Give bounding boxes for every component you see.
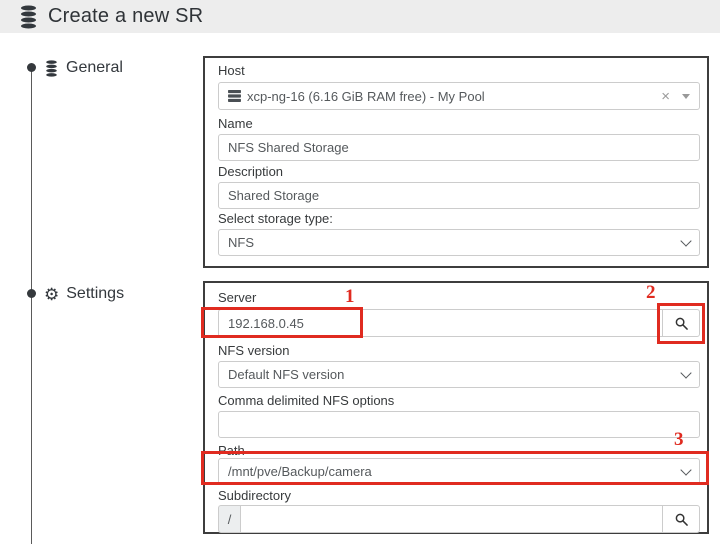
path-select[interactable]: /mnt/pve/Backup/camera (218, 458, 700, 485)
database-icon (18, 5, 39, 29)
step-general: General (44, 57, 123, 79)
storage-type-select[interactable]: NFS (218, 229, 700, 256)
step-settings: ⚙ Settings (44, 283, 124, 305)
nfs-options-label: Comma delimited NFS options (218, 393, 394, 408)
page-title: Create a new SR (48, 5, 203, 28)
database-icon (44, 60, 59, 77)
step-bullet-settings (27, 289, 36, 298)
chevron-down-icon (680, 367, 691, 378)
path-label: Path (218, 443, 245, 458)
description-label: Description (218, 164, 283, 179)
nfs-options-input[interactable] (218, 411, 700, 438)
search-icon (675, 513, 688, 526)
host-label: Host (218, 63, 245, 78)
name-label: Name (218, 116, 253, 131)
stepper-line (31, 68, 32, 544)
name-input[interactable] (218, 134, 700, 161)
gear-icon: ⚙ (44, 286, 59, 303)
host-value: xcp-ng-16 (6.16 GiB RAM free) - My Pool (247, 89, 485, 104)
search-icon (675, 317, 688, 330)
nfs-version-label: NFS version (218, 343, 290, 358)
storage-type-value: NFS (228, 235, 254, 250)
chevron-down-icon (680, 464, 691, 475)
step-bullet-general (27, 63, 36, 72)
subdirectory-input-group: / (218, 505, 700, 533)
chevron-down-icon (680, 235, 691, 246)
description-input[interactable] (218, 182, 700, 209)
nfs-version-select[interactable]: Default NFS version (218, 361, 700, 388)
host-select[interactable]: xcp-ng-16 (6.16 GiB RAM free) - My Pool … (218, 82, 700, 110)
subdirectory-prefix: / (218, 505, 240, 533)
storage-type-label: Select storage type: (218, 211, 333, 226)
server-search-button[interactable] (662, 309, 700, 337)
server-input[interactable] (218, 309, 663, 337)
subdirectory-input[interactable] (240, 505, 663, 533)
general-panel: Host xcp-ng-16 (6.16 GiB RAM free) - My … (203, 56, 709, 268)
path-value: /mnt/pve/Backup/camera (228, 464, 372, 479)
step-general-label: General (66, 59, 123, 77)
annotation-number-2: 2 (646, 283, 656, 302)
server-icon (228, 90, 241, 102)
settings-panel: Server NFS version Default NFS version C… (203, 281, 709, 534)
server-input-group (218, 309, 700, 337)
annotation-number-1: 1 (345, 287, 355, 306)
subdirectory-label: Subdirectory (218, 488, 291, 503)
clear-icon[interactable]: × (661, 89, 670, 104)
caret-down-icon[interactable] (682, 94, 690, 99)
server-label: Server (218, 290, 256, 305)
step-settings-label: Settings (66, 285, 124, 303)
page-header: Create a new SR (0, 0, 720, 33)
subdirectory-search-button[interactable] (662, 505, 700, 533)
nfs-version-value: Default NFS version (228, 367, 344, 382)
